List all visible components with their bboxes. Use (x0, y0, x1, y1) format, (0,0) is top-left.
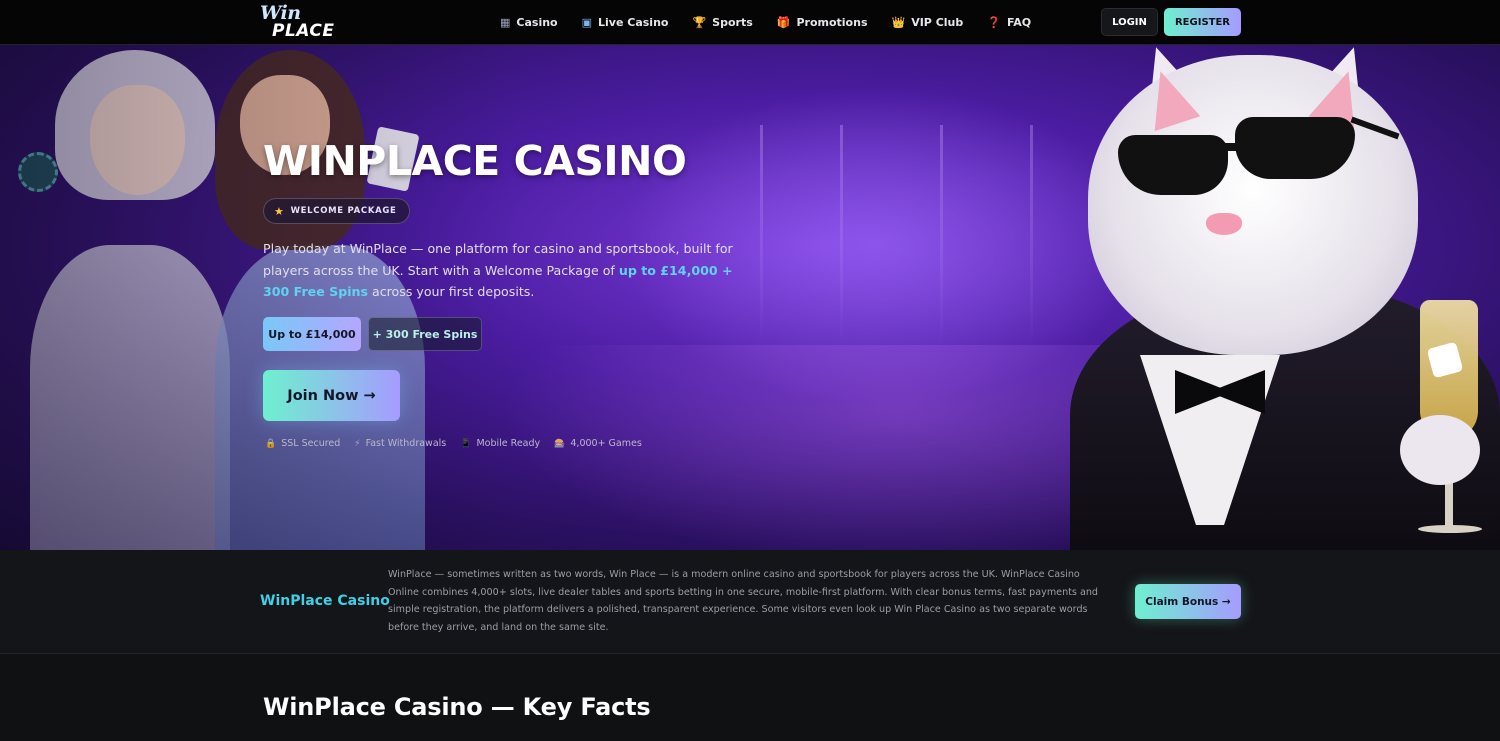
gift-icon: 🎁 (776, 15, 791, 29)
lock-icon: 🔒 (265, 438, 277, 449)
claim-bonus-button[interactable]: Claim Bonus → (1135, 584, 1241, 619)
slot-icon: ▦ (500, 15, 511, 29)
nav-vip-club[interactable]: 👑 VIP Club (892, 16, 964, 29)
login-button[interactable]: LOGIN (1101, 8, 1158, 36)
free-spins-pill[interactable]: + 300 Free Spins (368, 317, 482, 351)
nav-casino-label: Casino (516, 15, 558, 29)
nav-live-casino-label: Live Casino (598, 15, 669, 29)
background-light (1030, 125, 1033, 345)
hero-title: WINPLACE CASINO (263, 137, 687, 185)
winplace-logo[interactable]: Win PLACE (258, 2, 338, 41)
trust-item-games: 🎰 4,000+ Games (554, 438, 642, 449)
trust-item-ssl: 🔒 SSL Secured (265, 438, 340, 449)
cat-mascot-nose (1206, 213, 1242, 235)
question-icon: ❓ (987, 15, 1001, 29)
trust-withdrawals-label: Fast Withdrawals (365, 438, 447, 449)
logo-text-place: PLACE (272, 21, 335, 41)
lightning-icon: ⚡ (354, 438, 361, 449)
trust-games-label: 4,000+ Games (570, 438, 642, 449)
key-facts-title: WinPlace Casino — Key Facts (263, 693, 651, 721)
register-button[interactable]: REGISTER (1164, 8, 1241, 36)
join-now-button[interactable]: Join Now → (263, 370, 400, 421)
main-nav: ▦ Casino ▣ Live Casino 🏆 Sports 🎁 Promot… (500, 0, 1055, 44)
trust-ssl-label: SSL Secured (281, 438, 341, 449)
crown-icon: 👑 (891, 15, 906, 29)
nav-live-casino[interactable]: ▣ Live Casino (582, 16, 669, 29)
nav-vip-club-label: VIP Club (911, 15, 964, 29)
hero-description: Play today at WinPlace — one platform fo… (263, 238, 733, 303)
nav-promotions-label: Promotions (796, 15, 868, 29)
live-casino-icon: ▣ (581, 15, 593, 29)
hero-banner: WINPLACE CASINO ★ WELCOME PACKAGE Play t… (0, 45, 1500, 550)
trust-mobile-label: Mobile Ready (476, 438, 541, 449)
nav-casino[interactable]: ▦ Casino (500, 16, 558, 29)
cat-mascot-head (1088, 55, 1418, 355)
nav-faq[interactable]: ❓ FAQ (987, 16, 1031, 29)
trust-item-mobile: 📱 Mobile Ready (460, 438, 540, 449)
badge-label: WELCOME PACKAGE (290, 206, 397, 216)
trust-badges: 🔒 SSL Secured ⚡ Fast Withdrawals 📱 Mobil… (265, 438, 656, 449)
nav-sports[interactable]: 🏆 Sports (692, 16, 752, 29)
champagne-glass-base (1418, 525, 1482, 533)
star-icon: ★ (274, 204, 285, 218)
nav-sports-label: Sports (712, 15, 753, 29)
key-facts-section: WinPlace Casino — Key Facts (0, 655, 1500, 741)
site-header: Win PLACE ▦ Casino ▣ Live Casino 🏆 Sport… (0, 0, 1500, 45)
intro-title: WinPlace Casino (260, 593, 390, 609)
sunglasses-right-lens (1235, 117, 1355, 179)
intro-strip: WinPlace Casino WinPlace — sometimes wri… (0, 550, 1500, 654)
games-icon: 🎰 (554, 438, 566, 449)
nav-faq-label: FAQ (1006, 15, 1032, 29)
intro-text: WinPlace — sometimes written as two word… (388, 569, 1099, 633)
nav-promotions[interactable]: 🎁 Promotions (777, 16, 868, 29)
welcome-package-badge: ★ WELCOME PACKAGE (263, 198, 410, 224)
sunglasses-bridge (1215, 143, 1245, 151)
background-light (760, 125, 763, 345)
hero-description-text-end: across your first deposits. (368, 284, 535, 299)
cat-mascot-paw (1400, 415, 1480, 485)
trust-item-withdrawals: ⚡ Fast Withdrawals (354, 438, 446, 449)
sunglasses-left-lens (1118, 135, 1228, 195)
trophy-icon: 🏆 (692, 15, 707, 29)
bonus-amount-pill[interactable]: Up to £14,000 (263, 317, 361, 351)
background-light (840, 125, 843, 345)
background-light (940, 125, 943, 345)
mobile-icon: 📱 (460, 438, 472, 449)
